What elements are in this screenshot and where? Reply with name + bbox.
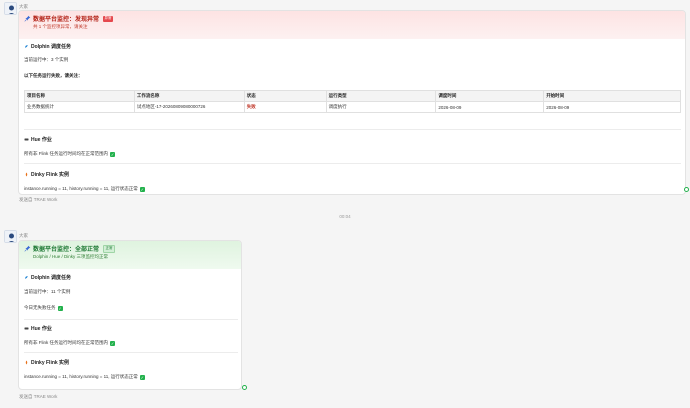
card-subtitle: 共 1 个监控项异常，请关注 <box>33 23 88 29</box>
card-title: 数据平台监控：发现异常 异常 <box>24 14 114 23</box>
dinky-title: Dinky Flink 实例 <box>31 360 70 366</box>
dinky-status-text: instance.running = 11, history.running =… <box>24 186 145 192</box>
col-header-start-time: 开始时间 <box>543 90 681 102</box>
col-header-status: 状态 <box>243 90 327 102</box>
hue-icon <box>24 138 29 141</box>
dolphin-fail-note: 以下任务运行失败，请关注： <box>24 73 83 78</box>
alert-card: 数据平台监控：发现异常 异常 共 1 个监控项异常，请关注 Dolphin 调度… <box>18 10 686 195</box>
hue-status-label: 所有非 Flink 任务运行时间均在正常范围内 <box>24 151 108 156</box>
cell-schedule-time: 2026-08-09 <box>435 101 545 113</box>
status-badge: 异常 <box>103 15 114 22</box>
cell-run-type: 调度执行 <box>325 101 437 113</box>
dinky-icon <box>25 172 28 177</box>
hue-title: Hue 作业 <box>31 137 52 143</box>
card-title-text: 数据平台监控：全部正常 <box>33 247 100 253</box>
divider <box>24 352 238 353</box>
ok-card: 数据平台监控：全部正常 正常 Dolphin / Hue / Dinky 三项监… <box>18 240 242 390</box>
check-icon: ✓ <box>139 186 145 192</box>
card-header: 数据平台监控：发现异常 异常 共 1 个监控项异常，请关注 <box>19 11 685 39</box>
read-status-icon <box>242 385 247 390</box>
col-header-project: 项目名称 <box>24 90 135 102</box>
hue-status-label: 所有非 Flink 任务运行时间均在正常范围内 <box>24 340 108 345</box>
cell-start-time: 2026-08-09 <box>543 101 681 113</box>
sent-from-label: 发送自 TRAE Work <box>19 394 58 399</box>
check-icon: ✓ <box>110 340 115 346</box>
dinky-status-label: instance.running = 11, history.running =… <box>24 374 138 379</box>
cell-project: 业务数据统计 <box>24 101 135 113</box>
card-title-text: 数据平台监控：发现异常 <box>33 17 100 23</box>
pushpin-icon <box>24 245 31 252</box>
hue-status-text: 所有非 Flink 任务运行时间均在正常范围内 ✓ <box>24 340 115 346</box>
failed-task-table: 项目名称 工作流名称 状态 运行类型 调度时间 开始时间 业务数据统计 试点地区… <box>24 90 681 113</box>
col-header-run-type: 运行类型 <box>325 90 437 102</box>
sender-avatar[interactable] <box>4 2 17 15</box>
dinky-title: Dinky Flink 实例 <box>31 172 70 178</box>
sender-name: 大家 <box>19 233 28 238</box>
dolphin-title: Dolphin 调度任务 <box>31 275 71 281</box>
col-header-schedule-time: 调度时间 <box>435 90 545 102</box>
col-header-workflow: 工作流名称 <box>133 90 245 102</box>
divider <box>24 319 238 320</box>
pushpin-icon <box>24 15 31 22</box>
card-subtitle: Dolphin / Hue / Dinky 三项监控均正常 <box>33 253 109 259</box>
dolphin-running-count: 当前运行中：11 个实例 <box>24 289 71 294</box>
dolphin-running-count: 当前运行中：3 个实例 <box>24 57 69 62</box>
dolphin-no-fail-label: 今日无失败任务 <box>24 305 56 310</box>
divider <box>24 129 681 130</box>
sender-avatar[interactable] <box>4 230 17 243</box>
table-row: 业务数据统计 试点地区-17-20260809080000726 失败 调度执行… <box>24 101 681 113</box>
status-badge: 正常 <box>103 244 116 253</box>
dolphin-section-title: Dolphin 调度任务 <box>24 43 71 50</box>
divider <box>24 163 681 164</box>
hue-title: Hue 作业 <box>31 326 52 332</box>
check-icon: ✓ <box>139 374 145 380</box>
card-title: 数据平台监控：全部正常 正常 <box>24 244 116 253</box>
dinky-section-title: Dinky Flink 实例 <box>24 171 69 178</box>
hue-section-title: Hue 作业 <box>24 325 52 332</box>
dinky-icon <box>25 360 28 365</box>
table-header-row: 项目名称 工作流名称 状态 运行类型 调度时间 开始时间 <box>24 90 681 102</box>
dolphin-icon <box>25 276 28 279</box>
hue-status-text: 所有非 Flink 任务运行时间均在正常范围内 ✓ <box>24 151 115 157</box>
dolphin-icon <box>25 45 28 48</box>
dolphin-section-title: Dolphin 调度任务 <box>24 274 71 281</box>
sent-from-label: 发送自 TRAE Work <box>19 197 58 202</box>
check-icon: ✓ <box>110 151 115 157</box>
timestamp-divider: 00:04 <box>339 214 351 219</box>
dinky-status-text: instance.running = 11, history.running =… <box>24 374 145 380</box>
cell-status: 失败 <box>243 101 327 113</box>
dinky-section-title: Dinky Flink 实例 <box>24 359 69 366</box>
hue-section-title: Hue 作业 <box>24 136 52 143</box>
cell-workflow: 试点地区-17-20260809080000726 <box>133 101 245 113</box>
dolphin-no-fail: 今日无失败任务 ✓ <box>24 305 63 311</box>
card-header: 数据平台监控：全部正常 正常 Dolphin / Hue / Dinky 三项监… <box>19 241 241 269</box>
read-status-icon <box>684 187 689 192</box>
check-icon: ✓ <box>57 305 63 311</box>
hue-icon <box>24 327 29 330</box>
dolphin-title: Dolphin 调度任务 <box>31 44 71 50</box>
dinky-status-label: instance.running = 11, history.running =… <box>24 186 138 191</box>
